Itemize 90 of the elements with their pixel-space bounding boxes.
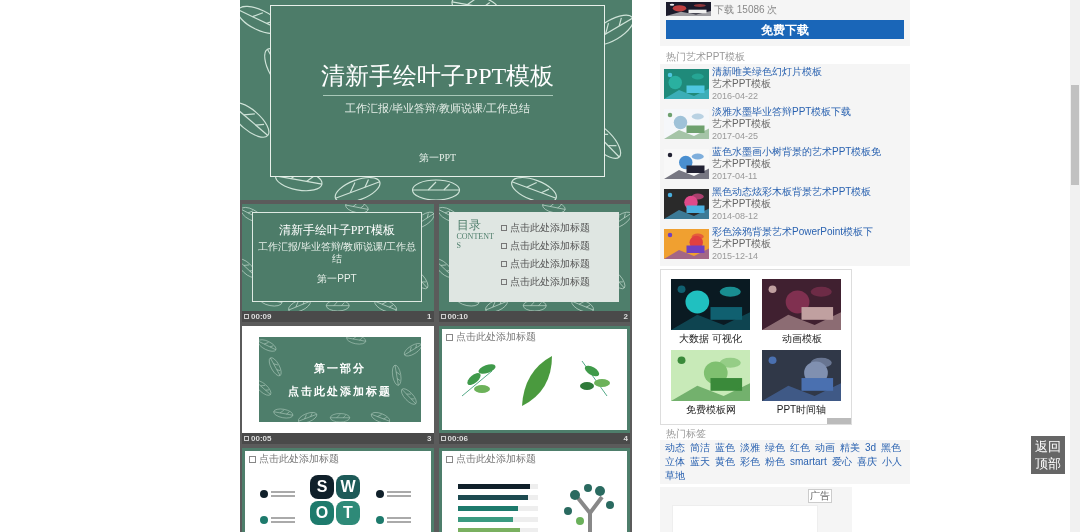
heading-icon [445,455,453,463]
tag-link[interactable]: 喜庆 [856,454,877,469]
contents-item: 点击此处添加标题 [509,240,590,252]
template-link[interactable]: 清新唯美绿色幻灯片模板 [712,65,822,78]
tag-link[interactable]: 彩色 [740,454,760,469]
heading-icon [445,333,453,341]
tag-link[interactable]: 精美 [840,440,860,455]
section-heading: 热门标签 [665,426,707,440]
template-date: 2015-12-14 [712,249,760,262]
contents-heading: 目录 [456,218,482,232]
tag-link[interactable]: 绿色 [765,440,785,455]
contents-item: 点击此处添加标题 [509,276,590,288]
template-category: 艺术PPT模板 [712,157,773,170]
tag-link[interactable]: smartart [790,454,827,469]
item-icon [500,243,507,249]
template-date: 2017-04-11 [712,169,759,182]
slide-thumbnail[interactable]: 第一部分 点击此处添加标题 [242,326,434,433]
slide-number: 3 [427,433,432,444]
tag-link[interactable]: 黑色 [881,440,902,455]
ad-label: 广告 [808,488,832,503]
tag-link[interactable]: 动画 [815,440,835,455]
template-link[interactable]: 黑色动态炫彩木板背景艺术PPT模板 [712,185,872,198]
section-subtitle: 点击此处添加标题 [288,383,392,399]
tag-link[interactable]: 蓝天 [690,454,710,469]
ad-caption: PPT时间轴 [776,402,827,417]
contents-item: 点击此处添加标题 [509,258,590,270]
template-category: 艺术PPT模板 [712,77,773,90]
tag-link[interactable]: 小人 [881,454,902,469]
template-link[interactable]: 蓝色水墨画小树背景的艺术PPT模板免 [712,145,882,158]
slide-footer: 第一PPT [317,271,357,286]
swot-tile: W [336,475,360,499]
template-category: 艺术PPT模板 [712,197,773,210]
contents-subheading: CONTENTS [456,232,495,250]
template-link[interactable]: 彩色涂鸦背景艺术PowerPoint模板下 [712,225,874,238]
tag-link[interactable]: 简洁 [690,440,710,455]
item-icon [500,261,507,267]
tag-link[interactable]: 黄色 [715,454,735,469]
contents-item: 点击此处添加标题 [509,222,590,234]
slide-heading: 点击此处添加标题 [259,453,339,465]
swot-tile: T [336,501,360,525]
slide-number: 2 [623,311,628,322]
slide-heading: 点击此处添加标题 [455,453,536,465]
timer-icon [244,314,249,319]
slide-time: 00:09 [251,311,272,322]
template-link[interactable]: 淡雅水墨毕业答辩PPT模板下载 [712,105,852,118]
back-to-top-button[interactable]: 返回顶部 [1031,436,1065,474]
slide-time: 00:06 [447,433,468,444]
slide-thumbnail[interactable]: 点击此处添加标题 [438,326,630,433]
ad-caption: 动画模板 [781,331,822,346]
slide-time: 00:10 [447,311,468,322]
scrollbar[interactable] [1070,0,1080,532]
template-date: 2014-08-12 [712,209,760,222]
slide-heading: 点击此处添加标题 [455,331,536,343]
template-date: 2017-04-25 [712,129,760,142]
slide-subtitle: 工作汇报/毕业答辩/教师说课/工作总结 [344,101,531,116]
item-icon [500,279,507,285]
tag-link[interactable]: 3d [865,440,877,455]
timer-icon [440,436,446,441]
download-count: 下载 15086 次 [714,4,778,16]
tag-link[interactable]: 爱心 [831,454,852,469]
slide-footer: 第一PPT [418,149,457,165]
download-button[interactable]: 免费下载 [666,20,904,39]
tag-link[interactable]: 立体 [665,454,685,469]
slide-title: 清新手绘叶子PPT模板 [278,222,396,239]
tag-link[interactable]: 动态 [665,440,685,455]
section-title: 第一部分 [314,361,366,376]
tag-link[interactable]: 红色 [790,440,810,455]
heading-icon [249,455,256,463]
slide-thumbnail[interactable]: 点击此处添加标题 S W O T [242,448,434,532]
item-icon [500,225,507,231]
tag-link[interactable]: 淡雅 [740,440,760,455]
swot-tile: S [310,475,334,499]
slide-thumbnail[interactable]: 点击此处添加标题 [438,448,630,532]
swot-tile: O [310,501,334,525]
tag-link[interactable]: 蓝色 [715,440,735,455]
timer-icon [440,314,446,319]
timer-icon [244,436,249,441]
tag-link[interactable]: 草地 [665,468,685,483]
slide-subtitle: 工作汇报/毕业答辩/教师说课/工作总结 [257,241,417,265]
template-date: 2016-04-22 [712,89,760,102]
slide-number: 4 [623,433,628,444]
template-category: 艺术PPT模板 [712,117,773,130]
ad-caption: 大数据 可视化 [679,331,742,346]
slide-time: 00:05 [251,433,272,444]
section-heading: 热门艺术PPT模板 [665,49,747,64]
ad-caption: 免费模板网 [685,402,736,417]
slide-title: 清新手绘叶子PPT模板 [320,62,555,91]
slide-number: 1 [427,311,432,322]
template-category: 艺术PPT模板 [712,237,773,250]
tag-link[interactable]: 粉色 [765,454,785,469]
